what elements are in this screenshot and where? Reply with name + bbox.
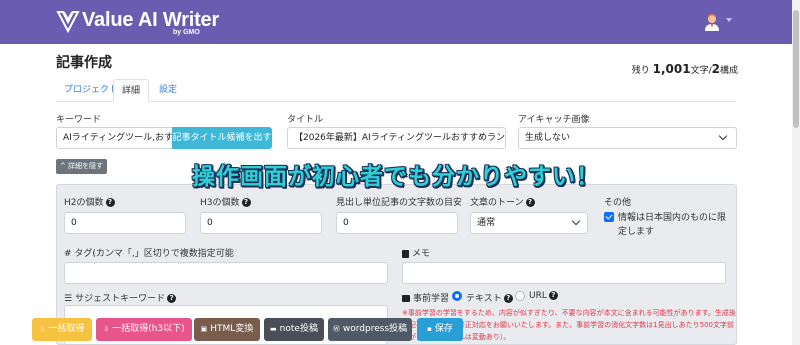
- toggle-details-button[interactable]: ^ 詳細を隠す: [56, 159, 107, 174]
- logo-v-icon: [56, 11, 80, 33]
- h3-count-label-text: H3の個数: [200, 198, 240, 208]
- remaining-quota: 残り 1,001文字/2構成: [632, 62, 738, 76]
- tone-label: 文章のトーン?: [470, 195, 535, 208]
- bulk-fetch-h3-button[interactable]: ⇩ 一括取得(h3以下): [96, 318, 192, 341]
- logo-text: Value AI Writer: [82, 9, 220, 31]
- remaining-unit: 文字/: [690, 66, 712, 76]
- h2-count-input[interactable]: 0: [64, 212, 186, 234]
- note-post-label: note投稿: [279, 324, 318, 334]
- wordpress-post-label: wordpress投稿: [342, 324, 408, 334]
- prelearn-text-option: テキスト?: [466, 291, 513, 304]
- text-option-label: テキスト: [466, 294, 502, 304]
- h2-count-label: H2の個数?: [64, 195, 115, 208]
- prelearn-url-radio[interactable]: [515, 291, 525, 301]
- memo-input[interactable]: [402, 262, 726, 284]
- scrollbar-thumb[interactable]: [793, 10, 799, 128]
- keyword-label: キーワード: [56, 115, 102, 125]
- eyecatch-label: アイキャッチ画像: [518, 115, 590, 125]
- user-avatar-icon[interactable]: [702, 12, 722, 32]
- h3-count-label: H3の個数?: [200, 195, 251, 208]
- bulk-fetch-icon: ⇩: [39, 325, 46, 333]
- tab-bar: プロジェクト 詳細 設定: [56, 79, 736, 102]
- prelearn-label: 事前学習: [402, 291, 449, 304]
- title-label: タイトル: [287, 115, 324, 125]
- domestic-only-checkbox[interactable]: [604, 212, 614, 222]
- title-input[interactable]: 【2026年最新】AIライティングツールおすすめランキング10選: [287, 127, 506, 149]
- other-label: その他: [604, 198, 632, 208]
- eyecatch-select[interactable]: 生成しない: [518, 127, 737, 149]
- h3-count-input[interactable]: 0: [200, 212, 322, 234]
- prelearn-url-option: URL?: [529, 291, 558, 301]
- list-icon: ☰: [64, 294, 73, 304]
- text-help-icon[interactable]: ?: [503, 294, 513, 303]
- tone-label-text: 文章のトーン: [470, 198, 524, 208]
- wordpress-icon: Ⓦ: [332, 325, 340, 333]
- remaining-suffix: 構成: [719, 66, 738, 76]
- url-help-icon[interactable]: ?: [548, 291, 558, 300]
- h2-count-label-text: H2の個数: [64, 198, 104, 208]
- generate-title-button[interactable]: 記事タイトル候補を出す: [172, 127, 272, 149]
- briefcase-icon: [402, 295, 410, 302]
- url-option-label: URL: [529, 291, 547, 301]
- tab-details[interactable]: 詳細: [113, 79, 150, 102]
- page-title: 記事作成: [56, 54, 112, 70]
- suggest-keyword-label-text: サジェストキーワード: [75, 294, 166, 304]
- wordpress-post-button[interactable]: Ⓦwordpress投稿: [328, 318, 412, 341]
- prelearn-label-text: 事前学習: [413, 294, 450, 304]
- h2-help-icon[interactable]: ?: [105, 198, 115, 207]
- html-convert-button[interactable]: ▣ HTML変換: [194, 318, 260, 341]
- bulk-fetch-h3-icon: ⇩: [103, 325, 110, 333]
- remaining-chars: 1,001: [652, 62, 691, 76]
- remaining-prefix: 残り: [631, 66, 650, 76]
- remaining-count: 2: [711, 62, 720, 76]
- suggest-keyword-label: ☰ サジェストキーワード?: [64, 291, 177, 304]
- html-file-icon: ▣: [200, 325, 208, 333]
- heading-chars-input[interactable]: 0: [336, 212, 458, 234]
- tags-input[interactable]: [64, 262, 388, 284]
- bulk-fetch-label: 一括取得: [48, 324, 85, 334]
- save-disk-icon: ▪: [427, 325, 432, 333]
- heading-chars-label: 見出し単位記事の文字数の目安: [336, 198, 463, 208]
- note-icon: ▬: [270, 325, 277, 333]
- suggest-help-icon[interactable]: ?: [167, 294, 177, 303]
- memo-label-text: メモ: [412, 249, 431, 259]
- memo-label: メモ: [402, 246, 430, 259]
- html-convert-label: HTML変換: [210, 324, 254, 334]
- h3-help-icon[interactable]: ?: [241, 198, 251, 207]
- prelearn-text-radio[interactable]: [452, 291, 462, 301]
- user-menu-chevron-icon[interactable]: [726, 18, 732, 22]
- save-button[interactable]: ▪ 保存: [417, 318, 463, 341]
- tab-settings[interactable]: 設定: [151, 79, 185, 102]
- tone-select[interactable]: 通常: [470, 212, 588, 234]
- memo-icon: [402, 249, 409, 258]
- domestic-only-label: 情報は日本国内のものに限定します: [618, 213, 727, 237]
- note-post-button[interactable]: ▬ note投稿: [264, 318, 324, 341]
- keyword-input[interactable]: AIライティングツール,おすすめ: [56, 127, 174, 149]
- promo-overlay-text: 操作画面が初心者でも分かりやすい！: [192, 164, 600, 190]
- save-label: 保存: [434, 324, 453, 334]
- bulk-fetch-h3-label: 一括取得(h3以下): [112, 324, 185, 334]
- tone-help-icon[interactable]: ?: [525, 198, 535, 207]
- tags-label: # タグ(カンマ「,」区切りで複数指定可能: [64, 249, 234, 259]
- logo-subtitle: by GMO: [173, 29, 200, 36]
- bulk-fetch-button[interactable]: ⇩ 一括取得: [32, 318, 92, 341]
